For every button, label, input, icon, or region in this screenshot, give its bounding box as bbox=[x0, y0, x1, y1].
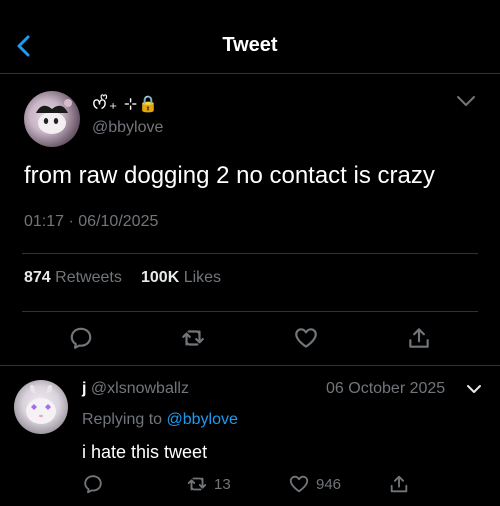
retweet-icon bbox=[182, 330, 204, 346]
reply-retweet-count: 13 bbox=[214, 475, 231, 493]
reply-like-button[interactable]: 946 bbox=[288, 473, 341, 495]
like-button[interactable] bbox=[293, 325, 319, 351]
reply-handle: @xlsnowballz bbox=[90, 380, 189, 397]
reply-reply-button[interactable] bbox=[82, 473, 104, 495]
share-icon bbox=[409, 328, 429, 348]
stats-divider-top bbox=[22, 253, 478, 254]
reply-avatar[interactable] bbox=[14, 380, 68, 434]
reply-icon bbox=[84, 475, 102, 494]
retweet-button[interactable] bbox=[180, 325, 206, 351]
stats-divider-bottom bbox=[22, 311, 478, 312]
tweet-date: 06/10/2025 bbox=[78, 213, 159, 230]
reply-like-count: 946 bbox=[316, 475, 342, 493]
chevron-down-icon bbox=[457, 96, 475, 106]
reply-author[interactable]: j @xlsnowballz bbox=[82, 380, 189, 398]
likes-label: Likes bbox=[183, 269, 222, 286]
page-title: Tweet bbox=[222, 34, 278, 56]
reply-share-button[interactable] bbox=[388, 473, 410, 495]
header-divider bbox=[0, 73, 500, 74]
retweets-stat[interactable]: 874 Retweets bbox=[24, 269, 122, 287]
retweets-label: Retweets bbox=[55, 269, 122, 286]
reply-options-button[interactable] bbox=[465, 380, 483, 398]
reply-display-name: j bbox=[82, 380, 87, 397]
tweet-divider bbox=[0, 365, 500, 366]
retweet-icon bbox=[187, 477, 207, 491]
avatar-image bbox=[36, 99, 72, 134]
author-handle[interactable]: @bbylove bbox=[92, 119, 163, 137]
reply-text: i hate this tweet bbox=[82, 442, 208, 462]
share-button[interactable] bbox=[406, 325, 432, 351]
tweet-text: from raw dogging 2 no contact is crazy bbox=[24, 162, 435, 189]
heart-icon bbox=[295, 328, 317, 348]
chevron-down-icon bbox=[467, 385, 481, 393]
timestamp-separator: · bbox=[68, 213, 74, 230]
replying-to-prefix: Replying to bbox=[82, 411, 163, 428]
tweet-time: 01:17 bbox=[24, 213, 65, 230]
reply-avatar-image bbox=[26, 384, 56, 424]
reply-date: 06 October 2025 bbox=[326, 380, 446, 397]
replying-to-link[interactable]: @bbylove bbox=[167, 411, 238, 428]
heart-icon bbox=[289, 475, 309, 493]
reply-icon bbox=[70, 327, 92, 349]
replying-to: Replying to @bbylove bbox=[82, 411, 238, 429]
author-display-name[interactable]: ᰔᩚ₊ ⊹🔒 bbox=[92, 93, 159, 118]
retweets-count: 874 bbox=[24, 269, 51, 286]
tweet-options-button[interactable] bbox=[454, 89, 478, 113]
share-icon bbox=[390, 475, 408, 493]
reply-retweet-button[interactable]: 13 bbox=[186, 473, 231, 495]
likes-stat[interactable]: 100K Likes bbox=[141, 269, 221, 287]
likes-count: 100K bbox=[141, 269, 180, 286]
tweet-timestamp: 01:17 · 06/10/2025 bbox=[24, 213, 158, 231]
reply-button[interactable] bbox=[68, 325, 94, 351]
avatar[interactable] bbox=[24, 91, 80, 147]
